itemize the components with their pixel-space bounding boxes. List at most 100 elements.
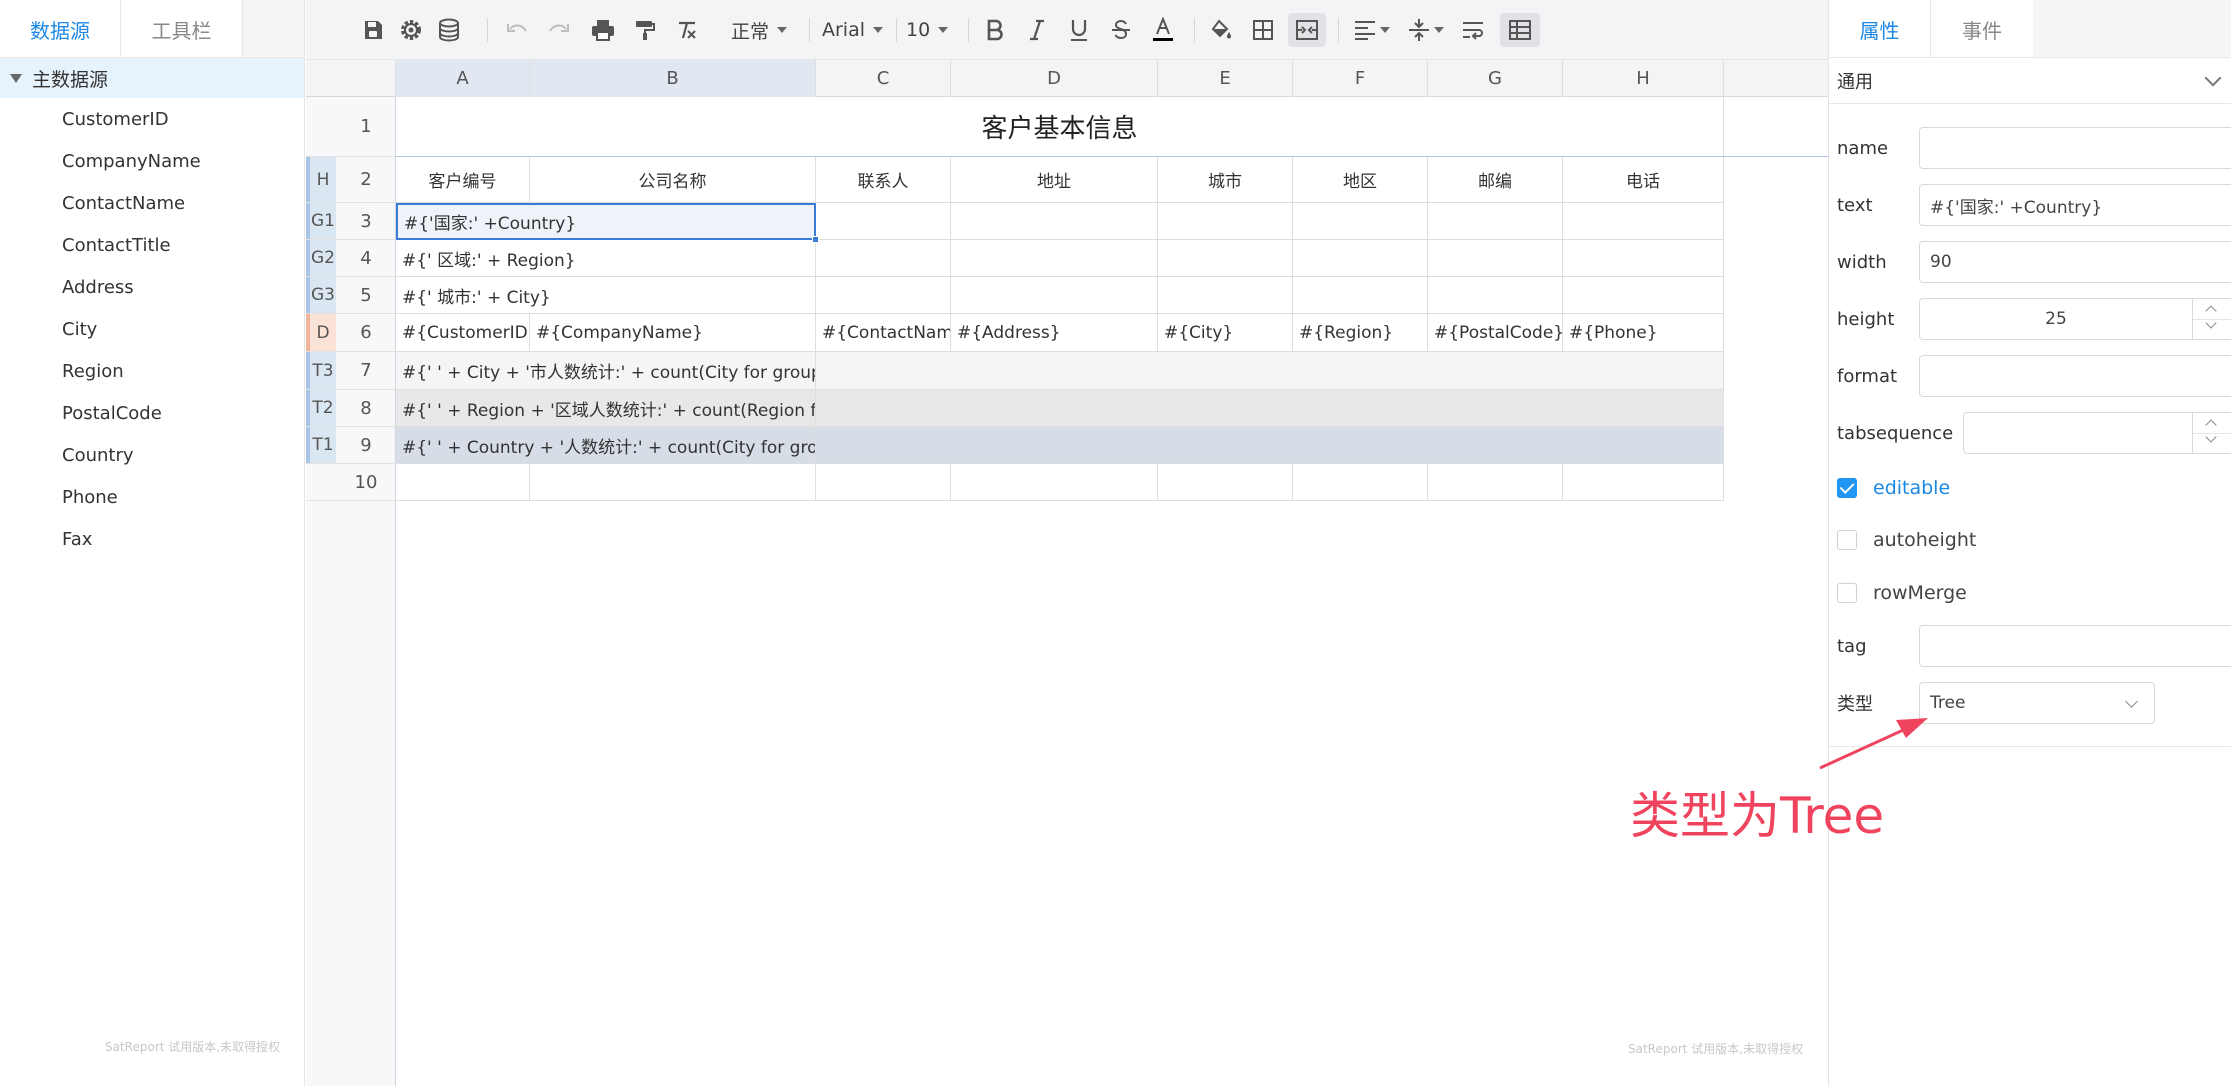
border-icon[interactable] bbox=[1246, 13, 1280, 47]
cell[interactable] bbox=[1563, 464, 1724, 501]
band-tag[interactable]: G1 bbox=[306, 203, 336, 239]
font-family-select[interactable]: Arial bbox=[822, 13, 884, 47]
header-cell[interactable]: 地区 bbox=[1293, 157, 1428, 203]
tab-datasource[interactable]: 数据源 bbox=[0, 0, 121, 58]
autoheight-checkbox[interactable] bbox=[1837, 530, 1857, 550]
field-item[interactable]: Fax bbox=[0, 518, 304, 560]
prop-autoheight-row[interactable]: autoheight bbox=[1837, 525, 1976, 555]
row-header[interactable]: D6 bbox=[306, 314, 396, 352]
field-item[interactable]: Phone bbox=[0, 476, 304, 518]
tab-events[interactable]: 事件 bbox=[1931, 0, 2033, 58]
band-tag[interactable]: G3 bbox=[306, 277, 336, 313]
detail-cell[interactable]: #{PostalCode} bbox=[1428, 314, 1563, 352]
prop-width-input[interactable]: 90 bbox=[1919, 241, 2231, 283]
freeze-icon[interactable] bbox=[1500, 13, 1540, 47]
tab-properties[interactable]: 属性 bbox=[1829, 0, 1931, 58]
cell[interactable] bbox=[816, 464, 951, 501]
cell[interactable] bbox=[816, 277, 951, 314]
detail-cell[interactable]: #{CustomerID} bbox=[396, 314, 530, 352]
stepper-buttons[interactable] bbox=[2192, 413, 2231, 453]
cell[interactable] bbox=[951, 464, 1158, 501]
rowmerge-checkbox[interactable] bbox=[1837, 583, 1857, 603]
band-tag[interactable]: G2 bbox=[306, 240, 336, 276]
row-header[interactable]: G2 4 bbox=[306, 240, 396, 277]
corner-cell[interactable] bbox=[306, 60, 396, 97]
cell[interactable] bbox=[1293, 464, 1428, 501]
align-vertical-icon[interactable] bbox=[1402, 13, 1450, 47]
strikethrough-icon[interactable] bbox=[1104, 13, 1138, 47]
font-color-icon[interactable] bbox=[1146, 13, 1180, 47]
cell[interactable] bbox=[1293, 277, 1428, 314]
row-header[interactable]: 1 bbox=[306, 97, 396, 157]
group-cell[interactable]: #{' 区域:' + Region} bbox=[396, 240, 816, 277]
row-header[interactable]: T2 8 bbox=[306, 390, 396, 427]
cell[interactable] bbox=[530, 464, 816, 501]
band-tag[interactable]: T2 bbox=[306, 390, 336, 426]
fill-color-icon[interactable] bbox=[1204, 13, 1238, 47]
header-cell[interactable]: 公司名称 bbox=[530, 157, 816, 203]
prop-text-input[interactable]: #{'国家:' +Country} bbox=[1919, 184, 2231, 226]
italic-icon[interactable] bbox=[1020, 13, 1054, 47]
column-header-c[interactable]: C bbox=[816, 60, 951, 97]
column-header-b[interactable]: B bbox=[530, 60, 816, 97]
row-header[interactable]: T1 9 bbox=[306, 427, 396, 464]
tree-root-main-datasource[interactable]: 主数据源 bbox=[0, 58, 304, 98]
cell[interactable] bbox=[1158, 203, 1293, 240]
detail-cell[interactable]: #{Address} bbox=[951, 314, 1158, 352]
settings-icon[interactable] bbox=[394, 13, 428, 47]
chevron-up-icon[interactable] bbox=[2205, 419, 2217, 431]
prop-rowmerge-row[interactable]: rowMerge bbox=[1837, 578, 1967, 608]
header-cell[interactable]: 电话 bbox=[1563, 157, 1724, 203]
cell[interactable] bbox=[1563, 203, 1724, 240]
field-item[interactable]: City bbox=[0, 308, 304, 350]
cell[interactable] bbox=[951, 277, 1158, 314]
row-header[interactable]: T3 7 bbox=[306, 352, 396, 390]
cell[interactable] bbox=[816, 390, 1724, 427]
selected-cell[interactable]: #{'国家:' +Country} bbox=[396, 203, 816, 240]
cell[interactable] bbox=[396, 464, 530, 501]
detail-cell[interactable]: #{CompanyName} bbox=[530, 314, 816, 352]
prop-tag-input[interactable] bbox=[1919, 625, 2231, 667]
cell[interactable] bbox=[816, 352, 1724, 390]
group-cell[interactable]: #{' 城市:' + City} bbox=[396, 277, 816, 314]
column-header-f[interactable]: F bbox=[1293, 60, 1428, 97]
cell[interactable] bbox=[1428, 277, 1563, 314]
row-header[interactable]: G3 5 bbox=[306, 277, 396, 314]
fill-handle[interactable] bbox=[812, 236, 819, 243]
total-cell[interactable]: #{' ' + Region + '区域人数统计:' + count(Regio… bbox=[396, 390, 816, 427]
band-tag[interactable]: T1 bbox=[306, 427, 336, 463]
stepper-buttons[interactable] bbox=[2192, 299, 2231, 339]
style-select[interactable]: 正常 bbox=[731, 13, 788, 47]
column-header-h[interactable]: H bbox=[1563, 60, 1724, 97]
column-header-e[interactable]: E bbox=[1158, 60, 1293, 97]
prop-tabsequence-stepper[interactable] bbox=[1963, 412, 2231, 454]
header-cell[interactable]: 城市 bbox=[1158, 157, 1293, 203]
cell[interactable] bbox=[1293, 203, 1428, 240]
detail-cell[interactable]: #{City} bbox=[1158, 314, 1293, 352]
detail-cell[interactable]: #{ContactName} bbox=[816, 314, 951, 352]
field-item[interactable]: Address bbox=[0, 266, 304, 308]
prop-type-select[interactable]: Tree bbox=[1919, 682, 2155, 724]
database-icon[interactable] bbox=[432, 13, 466, 47]
chevron-up-icon[interactable] bbox=[2205, 305, 2217, 317]
print-icon[interactable] bbox=[586, 13, 620, 47]
wrap-text-icon[interactable] bbox=[1456, 13, 1492, 47]
prop-editable-row[interactable]: editable bbox=[1837, 473, 1950, 503]
clear-format-icon[interactable] bbox=[670, 13, 704, 47]
cell[interactable] bbox=[1428, 464, 1563, 501]
band-tag[interactable]: D bbox=[306, 314, 336, 351]
editable-checkbox[interactable] bbox=[1837, 478, 1857, 498]
cell[interactable] bbox=[1563, 277, 1724, 314]
column-header-g[interactable]: G bbox=[1428, 60, 1563, 97]
cell[interactable] bbox=[951, 203, 1158, 240]
field-item[interactable]: CustomerID bbox=[0, 98, 304, 140]
section-general-header[interactable]: 通用 bbox=[1829, 58, 2231, 104]
cell[interactable] bbox=[1158, 240, 1293, 277]
field-item[interactable]: Country bbox=[0, 434, 304, 476]
cell[interactable] bbox=[1428, 203, 1563, 240]
prop-height-stepper[interactable]: 25 bbox=[1919, 298, 2231, 340]
cell[interactable] bbox=[951, 240, 1158, 277]
total-cell[interactable]: #{' ' + City + '市人数统计:' + count(City for… bbox=[396, 352, 816, 390]
row-header[interactable]: H2 bbox=[306, 157, 396, 203]
prop-format-input[interactable] bbox=[1919, 355, 2231, 397]
